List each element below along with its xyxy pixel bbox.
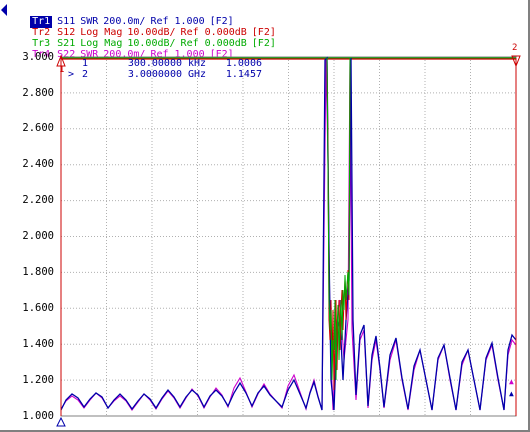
marker-number: 2 — [82, 69, 89, 80]
marker-number: 1 — [82, 58, 89, 69]
marker-1-label: 1 — [59, 65, 64, 75]
marker-value: 1.0006 — [225, 58, 262, 69]
right-marker-label: ▲ — [509, 377, 514, 386]
marker-readout-row[interactable]: 1 300.00000 kHz 1.0006 — [68, 58, 262, 69]
right-marker-label: ▲ — [509, 389, 514, 398]
marker-active-symbol: > — [68, 69, 75, 80]
vna-display-window: Tr1 S11 SWR 200.0m/Ref 1.000 [F2] Tr2 S12 Log … — [0, 0, 530, 432]
marker-value: 1.1457 — [225, 69, 262, 80]
marker-unit: kHz — [188, 58, 207, 69]
triangle-marker-icon[interactable] — [56, 416, 66, 427]
marker-2-label: 2 — [512, 43, 517, 53]
marker-unit: GHz — [188, 69, 207, 80]
marker-readout-row[interactable]: >2 3.0000000 GHz 1.1457 — [68, 69, 262, 80]
marker-frequency: 300.00000 — [127, 58, 182, 69]
marker-frequency: 3.0000000 — [127, 69, 182, 80]
marker-readout-table: 1 300.00000 kHz 1.0006 >2 3.0000000 GHz 1.1457 — [68, 58, 262, 80]
